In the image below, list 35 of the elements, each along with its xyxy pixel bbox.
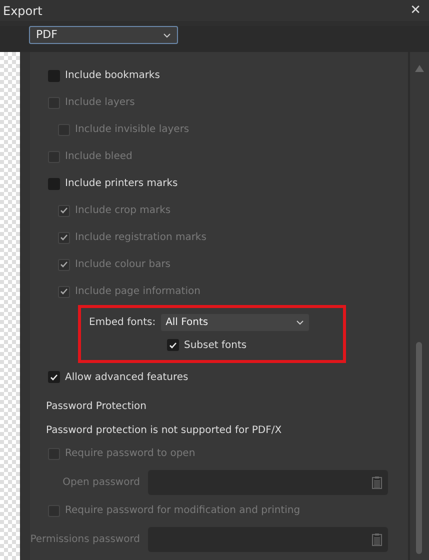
password-field[interactable] bbox=[148, 470, 388, 494]
close-button[interactable]: ✕ bbox=[410, 0, 421, 20]
checkbox[interactable] bbox=[48, 70, 60, 82]
field-label: Permissions password bbox=[30, 532, 141, 546]
info-text: Password protection is not supported for PDF/X bbox=[46, 424, 283, 438]
checkbox[interactable] bbox=[167, 339, 179, 351]
section-heading: Password Protection bbox=[46, 400, 148, 414]
checkbox-label: Allow advanced features bbox=[65, 370, 188, 384]
checkbox-label: Include layers bbox=[65, 96, 135, 110]
checkbox-label: Subset fonts bbox=[184, 338, 247, 352]
embed-fonts-dropdown[interactable]: All Fonts bbox=[160, 314, 309, 330]
clipboard-icon[interactable] bbox=[372, 532, 382, 546]
checkbox[interactable] bbox=[48, 178, 60, 190]
password-field[interactable] bbox=[148, 526, 388, 552]
checkbox-label: Include crop marks bbox=[75, 204, 171, 218]
chevron-icon bbox=[163, 32, 171, 38]
checkbox-label: Include bookmarks bbox=[65, 69, 160, 83]
checkbox-label: Require password for modification and printing bbox=[65, 504, 300, 518]
window-title: Export bbox=[3, 2, 42, 20]
checkbox[interactable] bbox=[48, 371, 60, 383]
clipboard-icon[interactable] bbox=[372, 476, 382, 488]
checkbox-label: Include page information bbox=[75, 285, 200, 299]
field-label: Open password bbox=[62, 476, 141, 490]
scrollbar[interactable] bbox=[410, 52, 429, 560]
chevron-icon bbox=[296, 320, 304, 324]
embed-fonts-label: Embed fonts: bbox=[89, 316, 156, 330]
scroll-thumb[interactable] bbox=[416, 342, 422, 554]
scroll-up-icon[interactable] bbox=[415, 65, 424, 72]
checkbox-label: Include bleed bbox=[65, 150, 132, 164]
checkbox-label: Require password to open bbox=[65, 447, 196, 461]
checkbox-label: Include colour bars bbox=[75, 258, 171, 272]
checkbox-label: Include registration marks bbox=[75, 231, 206, 245]
format-dropdown[interactable]: PDF bbox=[29, 26, 178, 44]
checkbox-label: Include invisible layers bbox=[75, 123, 190, 137]
checkbox-label: Include printers marks bbox=[65, 177, 178, 191]
